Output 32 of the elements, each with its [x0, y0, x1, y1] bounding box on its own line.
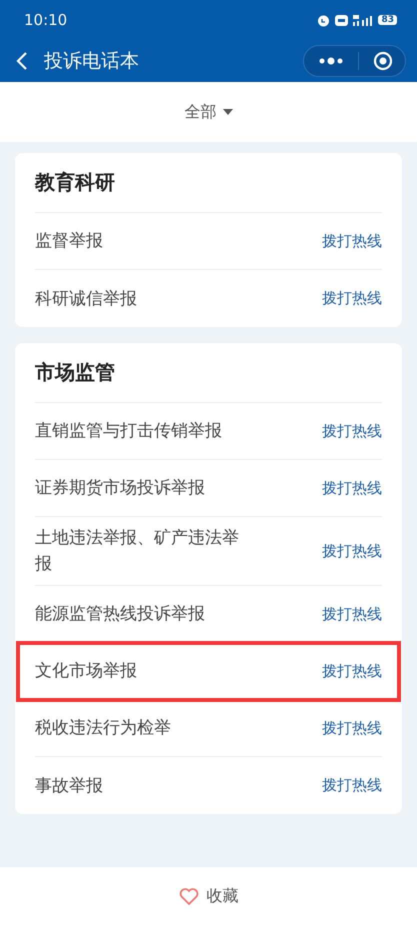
call-hotline-link[interactable]: 拨打热线	[322, 776, 382, 795]
signal-icon	[353, 14, 374, 26]
call-hotline-link[interactable]: 拨打热线	[322, 422, 382, 440]
status-time: 10:10	[24, 11, 68, 29]
call-hotline-link[interactable]: 拨打热线	[322, 478, 382, 498]
call-hotline-link[interactable]: 拨打热线	[322, 232, 382, 250]
category-title: 市场监管	[35, 343, 382, 403]
call-hotline-link[interactable]: 拨打热线	[322, 718, 382, 738]
hotline-name: 能源监管热线投诉举报	[35, 603, 205, 626]
category-dropdown[interactable]: 全部	[184, 102, 232, 122]
call-hotline-link[interactable]: 拨打热线	[322, 289, 382, 308]
back-icon[interactable]	[16, 51, 28, 71]
hotline-name: 证券期货市场投诉举报	[35, 477, 205, 500]
hotline-name: 文化市场举报	[35, 660, 137, 683]
more-icon[interactable]	[318, 57, 344, 65]
close-icon[interactable]	[373, 51, 393, 71]
hotline-name: 土地违法举报、矿产违法举报	[35, 527, 240, 576]
call-hotline-link[interactable]: 拨打热线	[322, 662, 382, 680]
hotline-name: 监督举报	[35, 230, 103, 253]
hotline-name: 事故举报	[35, 774, 103, 798]
favorite-button[interactable]: 收藏	[178, 886, 238, 906]
hotline-name: 税收违法行为检举	[35, 717, 171, 740]
heart-icon	[178, 888, 198, 904]
call-hotline-link[interactable]: 拨打热线	[322, 604, 382, 624]
alarm-icon	[317, 14, 330, 26]
caret-icon	[222, 109, 232, 115]
hotline-name: 科研诚信举报	[35, 288, 137, 310]
page-title: 投诉电话本	[44, 49, 140, 74]
call-hotline-link[interactable]: 拨打热线	[322, 542, 382, 560]
category-title: 教育科研	[35, 153, 382, 213]
battery-level: 83	[378, 15, 397, 25]
hotline-name: 直销监管与打击传销举报	[35, 420, 222, 443]
